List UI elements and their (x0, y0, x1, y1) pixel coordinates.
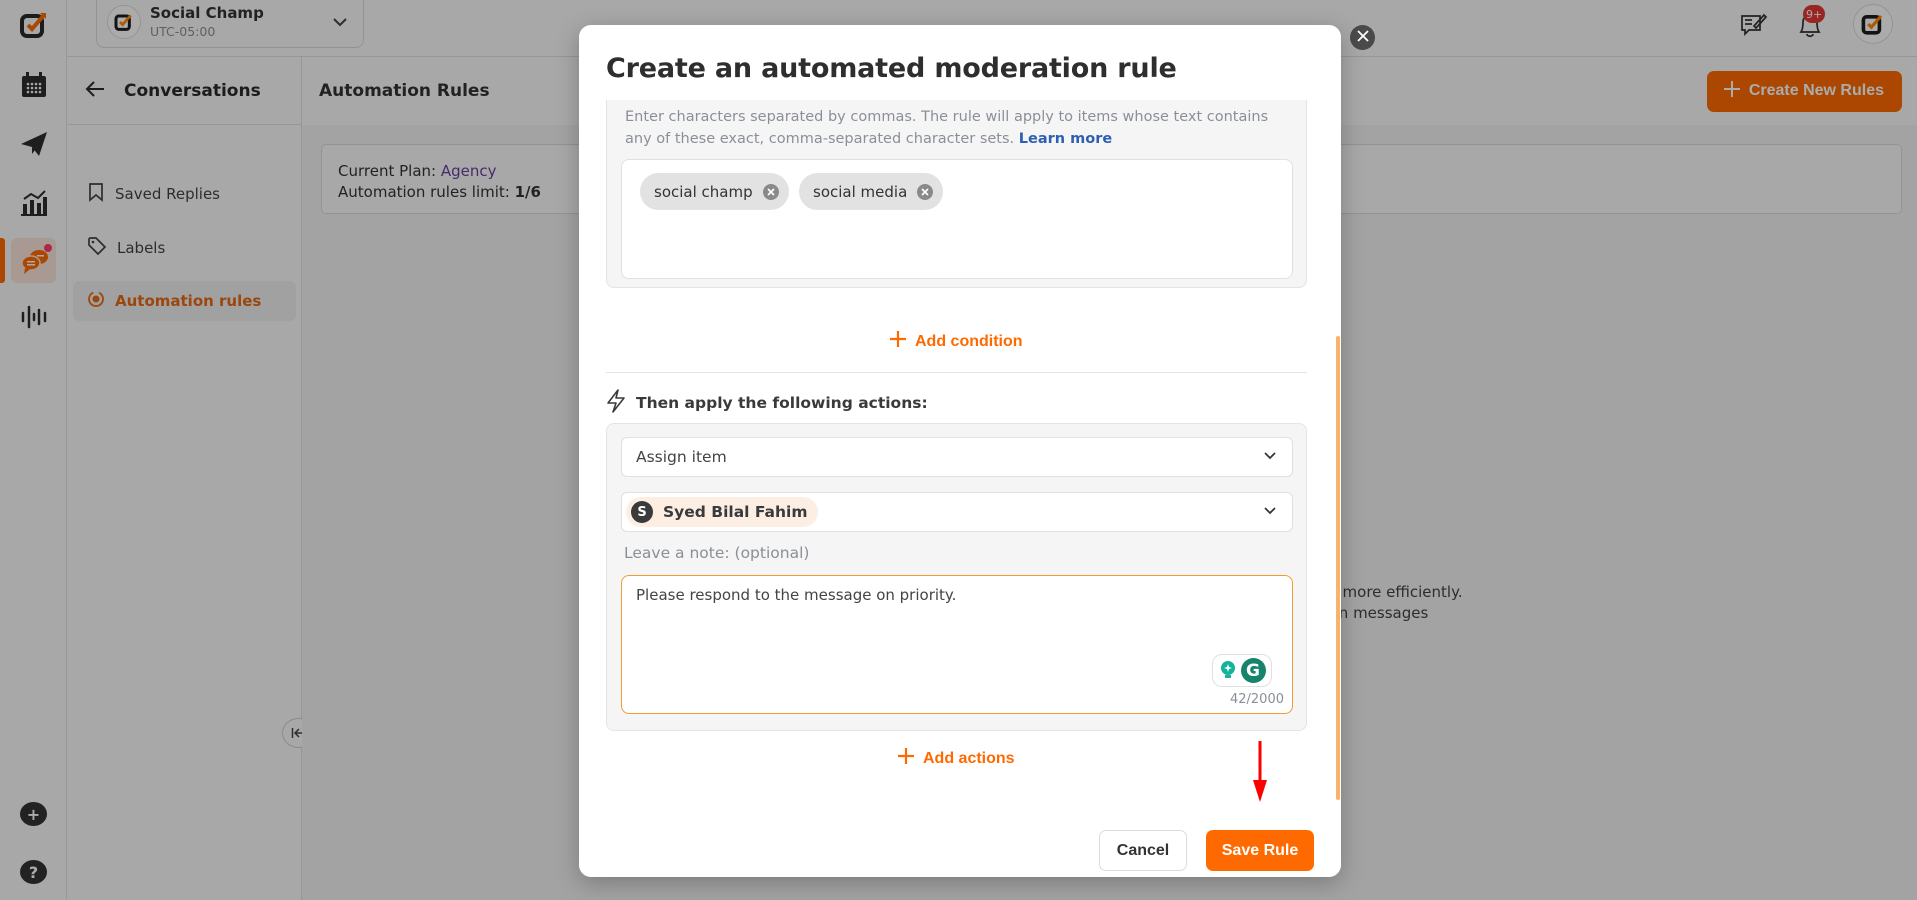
add-condition-label: Add condition (915, 332, 1023, 350)
keyword-chip: social champ (640, 173, 789, 210)
note-text: Please respond to the message on priorit… (636, 586, 957, 604)
actions-heading: Then apply the following actions: (606, 389, 928, 417)
note-char-count: 42/2000 (1229, 692, 1284, 707)
action-type-value: Assign item (636, 448, 727, 466)
cancel-button[interactable]: Cancel (1099, 830, 1187, 871)
condition-help-text: Enter characters separated by commas. Th… (625, 106, 1295, 150)
close-modal-button[interactable] (1350, 25, 1375, 50)
close-icon (1356, 30, 1369, 45)
lightbulb-icon (1219, 660, 1237, 682)
remove-chip-icon[interactable] (917, 183, 934, 200)
lightning-icon (606, 389, 626, 417)
add-actions-label: Add actions (923, 749, 1015, 767)
action-card: Assign item S Syed Bilal Fahim Leave a n… (606, 423, 1307, 731)
assignee-select[interactable]: S Syed Bilal Fahim (621, 492, 1293, 532)
chevron-down-icon (1262, 502, 1278, 522)
assignee-avatar: S (631, 501, 653, 523)
modal-title: Create an automated moderation rule (606, 53, 1177, 84)
keywords-input[interactable]: social champ social media (621, 159, 1293, 279)
annotation-arrow-icon (1250, 740, 1270, 808)
grammarly-logo-icon: G (1240, 658, 1266, 683)
modal-scrollbar[interactable] (1336, 336, 1340, 800)
keyword-chip-label: social media (813, 182, 908, 201)
condition-card: Enter characters separated by commas. Th… (606, 100, 1307, 288)
keyword-chip-label: social champ (654, 182, 753, 201)
assignee-chip: S Syed Bilal Fahim (626, 497, 818, 527)
chevron-down-icon (1262, 447, 1278, 467)
create-rule-modal: Create an automated moderation rule Ente… (579, 25, 1341, 877)
remove-chip-icon[interactable] (762, 183, 779, 200)
keyword-chip: social media (799, 173, 944, 210)
section-divider (606, 372, 1307, 373)
note-textarea[interactable]: Please respond to the message on priorit… (621, 575, 1293, 714)
note-label: Leave a note: (optional) (624, 544, 810, 562)
actions-heading-text: Then apply the following actions: (636, 394, 928, 412)
condition-help-body: Enter characters separated by commas. Th… (625, 109, 1269, 147)
modal-footer: Cancel Save Rule (579, 800, 1341, 877)
grammarly-widget[interactable]: G (1212, 654, 1272, 687)
modal-scroll-body: Enter characters separated by commas. Th… (579, 100, 1341, 800)
add-condition-button[interactable]: Add condition (889, 330, 1023, 353)
learn-more-link[interactable]: Learn more (1019, 131, 1112, 147)
plus-icon (889, 330, 907, 353)
assignee-name: Syed Bilal Fahim (663, 503, 808, 521)
save-rule-button[interactable]: Save Rule (1206, 830, 1314, 871)
plus-icon (897, 747, 915, 770)
add-actions-button[interactable]: Add actions (897, 747, 1015, 770)
action-type-select[interactable]: Assign item (621, 437, 1293, 477)
